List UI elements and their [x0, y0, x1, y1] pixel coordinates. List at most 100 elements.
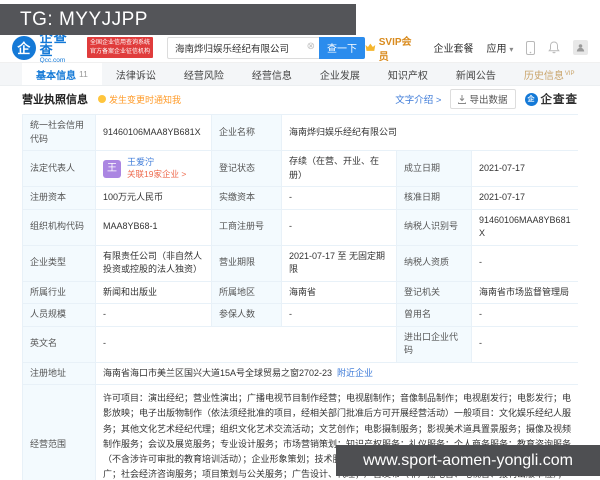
taxpayer-quality-value: - [472, 245, 579, 281]
company-name-value: 海南烨归娱乐经纪有限公司 [282, 115, 579, 150]
reg-status-value: 存续（在营、开业、在册） [282, 151, 397, 186]
search-button[interactable]: 查一下 [319, 36, 366, 59]
region-label: 所属地区 [212, 281, 282, 303]
tab-legal[interactable]: 法律诉讼 [102, 63, 170, 85]
company-tabbar: 基本信息 11 法律诉讼 经营风险 经营信息 企业发展 知识产权 新闻公告 历史… [0, 63, 600, 86]
table-row: 法定代表人 王 王爱泞 关联19家企业 > 登记状态 存续（在营、开业、在册） … [23, 151, 579, 187]
section-title: 营业执照信息 [22, 94, 88, 106]
address-label: 注册地址 [23, 362, 96, 384]
legal-rep-label: 法定代表人 [23, 151, 96, 186]
insured-count-label: 参保人数 [212, 304, 282, 326]
approval-date-label: 核准日期 [397, 187, 472, 209]
clear-search-icon[interactable]: ⊗ [307, 41, 315, 52]
website-ad-banner: www.sport-aomen-yongli.com [336, 445, 600, 476]
business-scope-label: 经营范围 [23, 385, 96, 480]
tab-development[interactable]: 企业发展 [306, 63, 374, 85]
import-export-code-value: - [472, 326, 579, 362]
table-row: 人员规模 - 参保人数 - 曾用名 - [23, 304, 579, 327]
tab-risk[interactable]: 经营风险 [170, 63, 238, 85]
industry-label: 所属行业 [23, 281, 96, 303]
tab-news[interactable]: 新闻公告 [442, 63, 510, 85]
industry-value: 新闻和出版业 [96, 281, 212, 303]
export-data-button[interactable]: 导出数据 [450, 89, 516, 109]
org-code-label: 组织机构代码 [23, 209, 96, 245]
credit-code-label: 统一社会信用代码 [23, 115, 96, 150]
taxpayer-id-value: 91460106MAA8YB681X [472, 209, 579, 245]
license-section-header: 营业执照信息 发生变更时通知我 文字介绍 > 导出数据 企 企查查 [0, 86, 600, 112]
tab-intellectual-property[interactable]: 知识产权 [374, 63, 442, 85]
tab-basic-count: 11 [79, 69, 88, 79]
english-name-value: - [96, 326, 397, 362]
download-icon [458, 94, 467, 104]
site-header: 企 企查查 Qcc.com 全国企业信用查询系统 官方备案企业征信机构 ⊗ 查一… [0, 31, 600, 65]
approval-date-value: 2021-07-17 [472, 187, 579, 209]
certification-badge: 全国企业信用查询系统 官方备案企业征信机构 [87, 37, 154, 58]
staff-size-label: 人员规模 [23, 304, 96, 326]
biz-reg-no-value: - [282, 209, 397, 245]
reg-capital-value: 100万元人民币 [96, 187, 212, 209]
qcc-watermark-icon: 企 [524, 92, 538, 106]
tab-history[interactable]: 历史信息 VIP [510, 63, 589, 85]
avatar: 王 [103, 159, 121, 178]
table-row: 企业类型 有限责任公司（非自然人投资或控股的法人独资） 营业期限 2021-07… [23, 245, 579, 282]
mobile-app-icon[interactable] [526, 40, 536, 55]
apps-menu[interactable]: 应用 ▾ [487, 40, 514, 55]
text-intro-link[interactable]: 文字介绍 > [395, 92, 441, 106]
legal-rep-value: 王 王爱泞 关联19家企业 > [96, 151, 212, 186]
former-name-label: 曾用名 [397, 304, 472, 326]
business-license-table: 统一社会信用代码 91460106MAA8YB681X 企业名称 海南烨归娱乐经… [22, 114, 579, 480]
bell-icon [98, 95, 106, 103]
change-notify-link[interactable]: 发生变更时通知我 [98, 93, 181, 106]
biz-term-value: 2021-07-17 至 无固定期限 [282, 245, 397, 281]
legal-rep-name-link[interactable]: 王爱泞 [127, 157, 186, 169]
crown-icon [365, 43, 376, 51]
search-input[interactable] [167, 36, 320, 59]
table-row: 所属行业 新闻和出版业 所属地区 海南省 登记机关 海南省市场监督管理局 [23, 281, 579, 304]
qcc-logo-icon: 企 [12, 35, 36, 60]
table-row: 组织机构代码 MAA8YB68-1 工商注册号 - 纳税人识别号 9146010… [23, 209, 579, 246]
reg-status-label: 登记状态 [212, 151, 282, 186]
table-row: 注册地址 海南省海口市美兰区国兴大道15A号全球贸易之窗2702-23 附近企业 [23, 362, 579, 385]
qcc-watermark-logo: 企 企查查 [524, 91, 579, 107]
paid-capital-label: 实缴资本 [212, 187, 282, 209]
company-type-value: 有限责任公司（非自然人投资或控股的法人独资） [96, 245, 212, 281]
reg-authority-value: 海南省市场监督管理局 [472, 281, 579, 303]
search-bar: ⊗ 查一下 [167, 36, 366, 59]
related-companies-link[interactable]: 关联19家企业 > [127, 169, 186, 180]
staff-size-value: - [96, 304, 212, 326]
header-actions: SVIP会员 企业套餐 应用 ▾ [365, 33, 588, 63]
insured-count-value: - [282, 304, 397, 326]
tab-basic-info[interactable]: 基本信息 11 [22, 63, 102, 85]
region-value: 海南省 [282, 281, 397, 303]
english-name-label: 英文名 [23, 326, 96, 362]
est-date-label: 成立日期 [397, 151, 472, 186]
address-value: 海南省海口市美兰区国兴大道15A号全球贸易之窗2702-23 附近企业 [96, 362, 579, 384]
import-export-code-label: 进出口企业代码 [397, 326, 472, 362]
table-row: 英文名 - 进出口企业代码 - [23, 326, 579, 363]
user-avatar[interactable] [573, 40, 588, 55]
table-row: 统一社会信用代码 91460106MAA8YB681X 企业名称 海南烨归娱乐经… [23, 115, 579, 151]
biz-term-label: 营业期限 [212, 245, 282, 281]
telegram-ad-banner: TG: MYYJJPP [0, 4, 356, 35]
vip-badge: VIP [564, 71, 575, 77]
former-name-value: - [472, 304, 579, 326]
paid-capital-value: - [282, 187, 397, 209]
nearby-companies-link[interactable]: 附近企业 [337, 367, 373, 381]
est-date-value: 2021-07-17 [472, 151, 579, 186]
table-row: 注册资本 100万元人民币 实缴资本 - 核准日期 2021-07-17 [23, 187, 579, 210]
svip-link[interactable]: SVIP会员 [365, 33, 421, 63]
enterprise-package-link[interactable]: 企业套餐 [434, 40, 474, 55]
reg-capital-label: 注册资本 [23, 187, 96, 209]
company-name-label: 企业名称 [212, 115, 282, 150]
reg-authority-label: 登记机关 [397, 281, 472, 303]
company-type-label: 企业类型 [23, 245, 96, 281]
qcc-company-page: 企 企查查 Qcc.com 全国企业信用查询系统 官方备案企业征信机构 ⊗ 查一… [0, 0, 600, 480]
org-code-value: MAA8YB68-1 [96, 209, 212, 245]
chevron-down-icon: ▾ [509, 45, 514, 54]
taxpayer-quality-label: 纳税人资质 [397, 245, 472, 281]
biz-reg-no-label: 工商注册号 [212, 209, 282, 245]
taxpayer-id-label: 纳税人识别号 [397, 209, 472, 245]
qcc-logo[interactable]: 企 企查查 Qcc.com 全国企业信用查询系统 官方备案企业征信机构 [12, 31, 154, 65]
notification-bell-icon[interactable] [548, 41, 561, 54]
tab-operation[interactable]: 经营信息 [238, 63, 306, 85]
